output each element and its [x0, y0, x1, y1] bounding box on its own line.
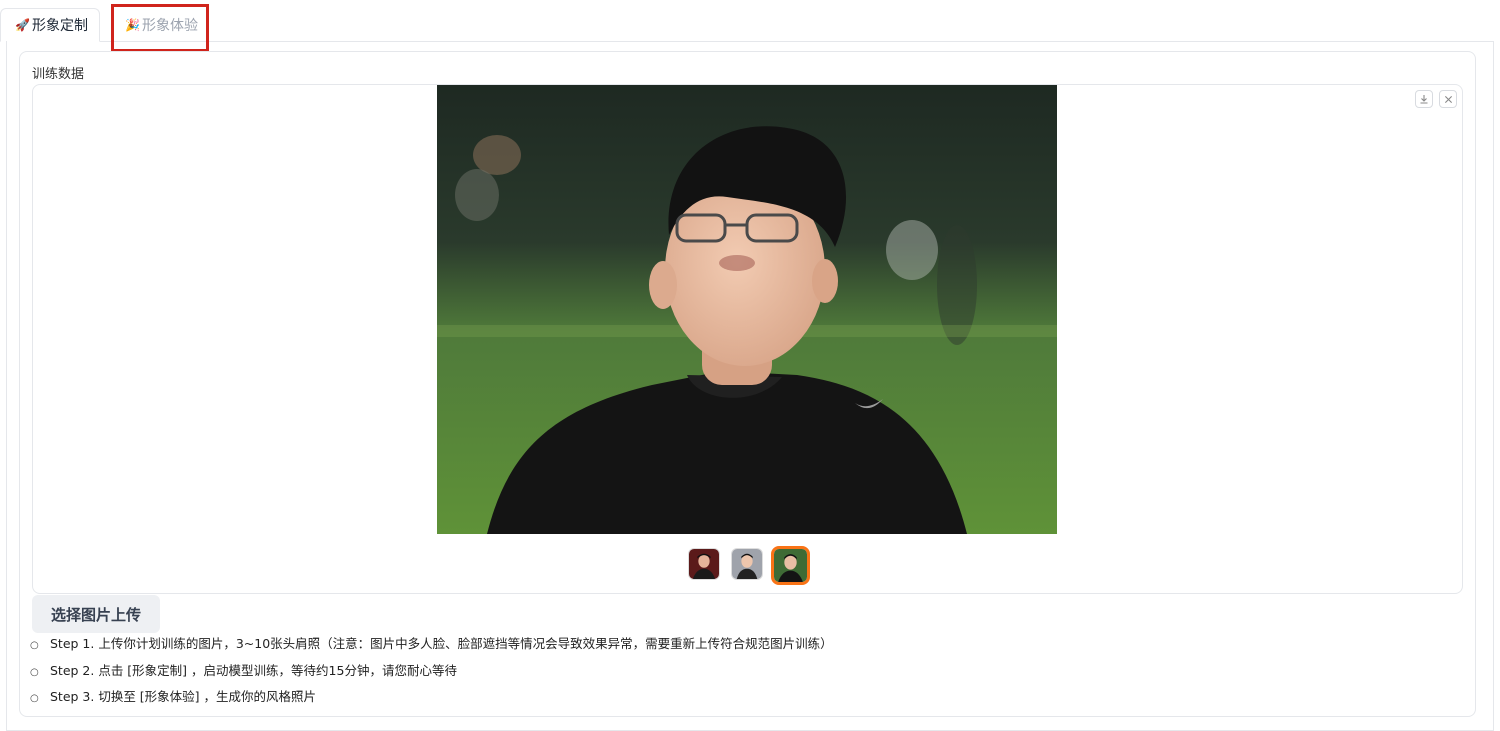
- block-label: 训练数据: [32, 67, 85, 82]
- step-text: Step 2. 点击 [形象定制] ，启动模型训练，等待约15分钟，请您耐心等待: [50, 662, 457, 678]
- download-icon: [1420, 95, 1428, 104]
- tab-label: 形象体验: [141, 17, 198, 34]
- thumbnail-image: [689, 549, 719, 579]
- gallery-thumbnail-selected[interactable]: [771, 546, 810, 585]
- party-popper-icon: 🎉: [125, 17, 140, 32]
- list-item: ○ Step 2. 点击 [形象定制] ，启动模型训练，等待约15分钟，请您耐心等…: [30, 662, 457, 678]
- thumbnail-image: [732, 549, 762, 579]
- rocket-icon: 🚀: [15, 18, 30, 32]
- gallery-thumbnail[interactable]: [688, 548, 720, 580]
- gallery-thumbnail[interactable]: [731, 548, 763, 580]
- instruction-list: ○ Step 1. 上传你计划训练的图片，3~10张头肩照（注意：图片中多人脸、脸…: [30, 631, 833, 711]
- download-button[interactable]: [1415, 90, 1433, 108]
- upload-image-button[interactable]: 选择图片上传: [32, 595, 160, 633]
- tab-avatar-customize[interactable]: 🚀 形象定制: [0, 8, 100, 42]
- tab-bar: [7, 0, 1493, 42]
- close-button[interactable]: [1439, 90, 1457, 108]
- tab-avatar-experience[interactable]: 🎉 形象体验: [110, 8, 210, 41]
- list-item: ○ Step 3. 切换至 [形象体验] ，生成你的风格照片: [30, 689, 317, 704]
- list-item: ○ Step 1. 上传你计划训练的图片，3~10张头肩照（注意：图片中多人脸、脸…: [30, 636, 833, 651]
- thumbnail-image: [774, 549, 807, 582]
- step-text: Step 3. 切换至 [形象体验] ，生成你的风格照片: [50, 689, 317, 704]
- tab-label: 形象定制: [31, 18, 88, 34]
- close-icon: [1444, 95, 1452, 103]
- training-photo: [437, 85, 1057, 534]
- step-text: Step 1. 上传你计划训练的图片，3~10张头肩照（注意：图片中多人脸、脸部…: [50, 636, 833, 651]
